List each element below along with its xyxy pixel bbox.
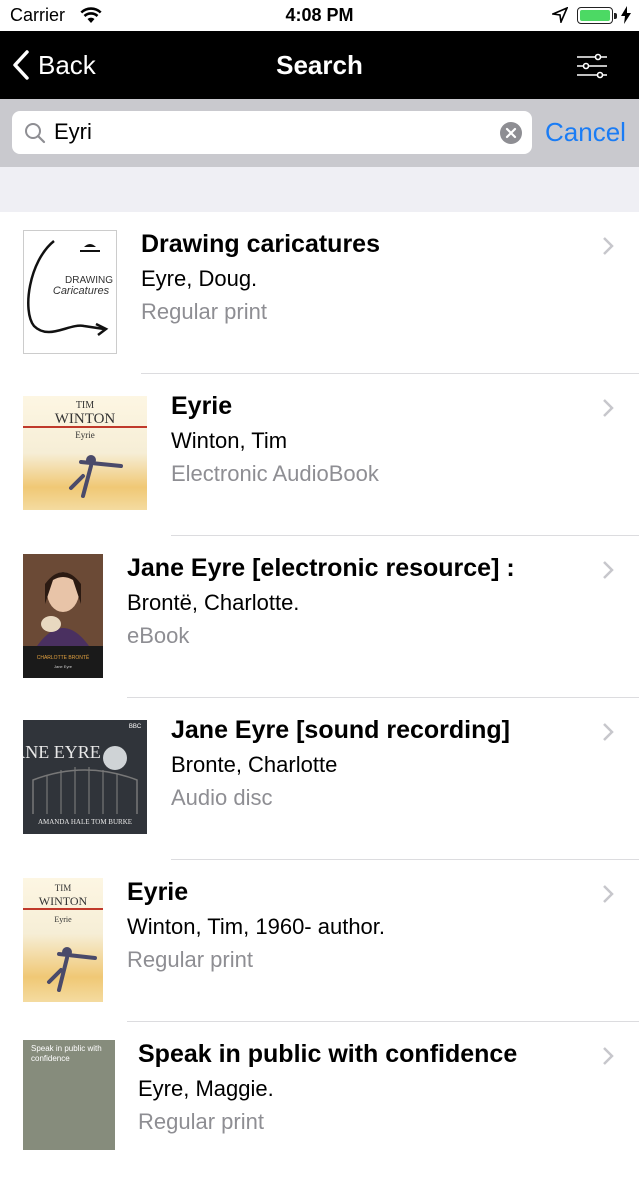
search-field[interactable] [12, 111, 532, 154]
result-row[interactable]: DRAWING Caricatures Drawing caricatures … [0, 212, 639, 374]
chevron-right-icon [603, 561, 614, 579]
location-arrow-icon [552, 7, 568, 23]
chevron-right-icon [603, 399, 614, 417]
search-input[interactable] [54, 117, 494, 147]
book-cover: CHARLOTTE BRONTË Jane Eyre [23, 554, 103, 678]
result-author: Winton, Tim, 1960- author. [127, 914, 386, 939]
chevron-right-icon [603, 723, 614, 741]
clock: 4:08 PM [285, 5, 354, 25]
cover-art: CHARLOTTE BRONTË Jane Eyre [23, 554, 103, 669]
book-cover: DRAWING Caricatures [23, 230, 117, 354]
result-title: Jane Eyre [electronic resource] : [127, 554, 515, 582]
clear-x-icon [505, 127, 517, 139]
book-cover: BBC JANE EYRE AMANDA HALE TOM BURKE [23, 720, 147, 834]
cover-subtitle: Jane Eyre [54, 664, 73, 669]
result-format: Audio disc [171, 785, 273, 810]
result-row[interactable]: Speak in public with confidence Speak in… [0, 1022, 639, 1184]
search-icon [25, 123, 46, 144]
chevron-right-icon [603, 1047, 614, 1065]
navigation-bar: Back Search [0, 31, 639, 99]
cover-title: WINTON [55, 411, 116, 427]
cover-art: TIM WINTON Eyrie [23, 883, 103, 992]
result-row[interactable]: TIM WINTON Eyrie Eyrie Winton, Tim Elect… [0, 374, 639, 536]
cover-art: Speak in public with confidence [23, 1040, 115, 1150]
filter-sliders-icon[interactable] [576, 53, 608, 79]
result-author: Eyre, Maggie. [138, 1076, 274, 1101]
cover-subtitle: Eyrie [54, 915, 72, 924]
page-title: Search [276, 50, 363, 80]
result-format: Regular print [141, 299, 267, 324]
result-title: Drawing caricatures [141, 230, 380, 258]
battery-icon [577, 7, 617, 24]
chevron-right-icon [603, 237, 614, 255]
cover-art: BBC JANE EYRE AMANDA HALE TOM BURKE [23, 720, 147, 834]
section-header [0, 167, 639, 213]
result-title: Jane Eyre [sound recording] [171, 716, 510, 744]
cover-subtitle: AMANDA HALE TOM BURKE [38, 818, 132, 826]
cover-top: TIM [76, 400, 94, 411]
result-format: Regular print [127, 947, 253, 972]
cover-title: CHARLOTTE BRONTË [37, 654, 90, 661]
cover-top: TIM [55, 883, 72, 893]
result-row[interactable]: TIM WINTON Eyrie Eyrie Winton, Tim, 1960… [0, 860, 639, 1022]
result-author: Winton, Tim [171, 428, 288, 453]
result-format: eBook [127, 623, 190, 648]
book-cover: TIM WINTON Eyrie [23, 878, 103, 1002]
result-title: Eyrie [127, 878, 189, 906]
result-row[interactable]: CHARLOTTE BRONTË Jane Eyre Jane Eyre [el… [0, 536, 639, 698]
book-cover: Speak in public with confidence [23, 1040, 115, 1150]
search-bar: Cancel [0, 99, 639, 167]
charging-bolt-icon [621, 6, 631, 24]
cover-subtitle: Eyrie [75, 430, 95, 440]
cover-art: DRAWING Caricatures [27, 240, 113, 336]
cover-title: Speak in public with confidence [31, 1044, 102, 1063]
book-cover: TIM WINTON Eyrie [23, 396, 147, 510]
result-format: Regular print [138, 1109, 264, 1134]
cover-title: WINTON [39, 894, 88, 908]
cancel-button[interactable]: Cancel [545, 117, 626, 148]
cover-subtitle: Caricatures [53, 285, 110, 297]
cover-title: JANE EYRE [23, 742, 101, 762]
clear-text-button[interactable] [500, 122, 522, 144]
result-author: Eyre, Doug. [141, 266, 258, 291]
chevron-right-icon [603, 885, 614, 903]
result-format: Electronic AudioBook [171, 461, 379, 486]
cover-art: TIM WINTON Eyrie [23, 400, 147, 498]
result-title: Eyrie [171, 392, 233, 420]
status-bar: Carrier 4:08 PM [0, 0, 639, 31]
result-author: Bronte, Charlotte [171, 752, 338, 777]
result-author: Brontë, Charlotte. [127, 590, 300, 615]
result-row[interactable]: BBC JANE EYRE AMANDA HALE TOM BURKE Jane… [0, 698, 639, 860]
cover-top: BBC [129, 724, 142, 730]
result-title: Speak in public with confidence [138, 1040, 518, 1068]
